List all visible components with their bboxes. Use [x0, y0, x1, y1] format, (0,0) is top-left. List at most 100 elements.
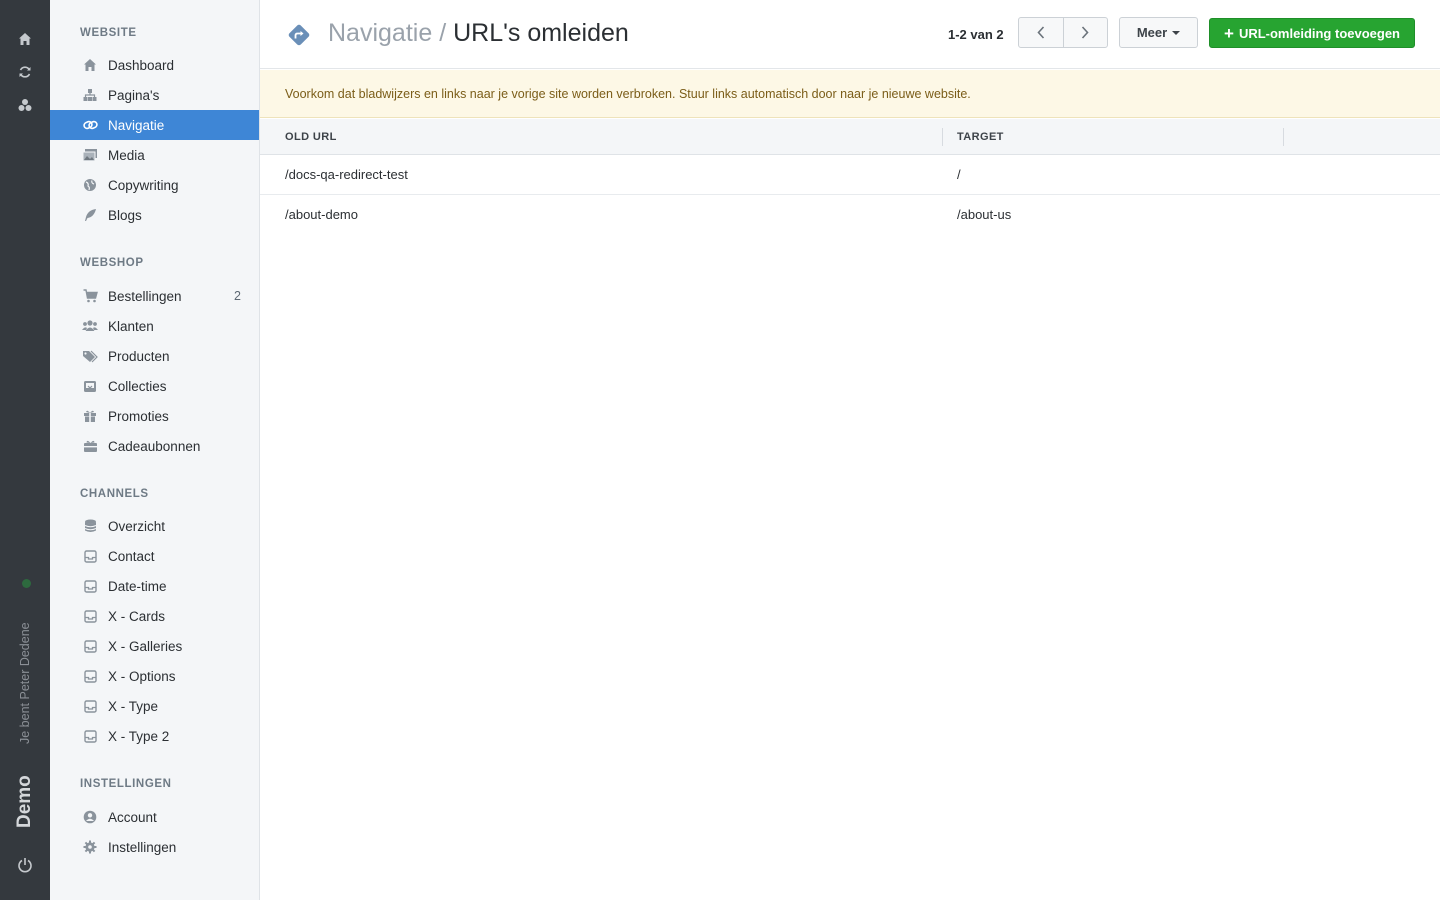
column-header-target[interactable]: TARGET — [957, 131, 1004, 143]
collection-icon — [82, 378, 98, 394]
sidebar-item-date-time[interactable]: Date-time — [50, 571, 259, 601]
sidebar-item-label: Instellingen — [108, 839, 177, 855]
home-icon — [82, 57, 98, 73]
home-icon[interactable] — [15, 29, 35, 49]
section-title-webshop: WEBSHOP — [80, 257, 144, 269]
inbox-icon — [82, 728, 98, 744]
plus-icon: + — [1224, 23, 1234, 43]
app-rail: Je bent Peter Dedene Demo — [0, 0, 50, 900]
sidebar-item-label: X - Galleries — [108, 638, 183, 654]
section-title-settings: INSTELLINGEN — [80, 778, 172, 790]
sidebar-item-contact[interactable]: Contact — [50, 541, 259, 571]
caret-down-icon — [1172, 30, 1181, 35]
tags-icon — [82, 348, 98, 364]
sidebar-item-navigatie[interactable]: Navigatie — [50, 110, 259, 140]
sidebar-item-cadeaubonnen[interactable]: Cadeaubonnen — [50, 431, 259, 461]
previous-page-button[interactable] — [1019, 18, 1063, 47]
cell-old-url: /about-demo — [285, 207, 358, 222]
sidebar-item-label: Bestellingen — [108, 288, 182, 304]
sidebar-item-x-options[interactable]: X - Options — [50, 661, 259, 691]
sidebar-item-label: Contact — [108, 548, 155, 564]
next-page-button[interactable] — [1062, 18, 1108, 47]
inbox-icon — [82, 578, 98, 594]
section-title-website: WEBSITE — [80, 27, 137, 39]
orders-count-badge: 2 — [234, 289, 241, 303]
sidebar-item-collecties[interactable]: Collecties — [50, 371, 259, 401]
sidebar: WEBSITE Dashboard Pagina's Navigatie Med… — [50, 0, 260, 900]
sidebar-item-label: Media — [108, 147, 145, 163]
sidebar-item-klanten[interactable]: Klanten — [50, 311, 259, 341]
column-divider — [1283, 128, 1284, 146]
page-header: Navigatie / URL's omleiden 1-2 van 2 Mee… — [260, 0, 1440, 69]
sidebar-item-label: Copywriting — [108, 177, 179, 193]
page-title: Navigatie / URL's omleiden — [328, 19, 629, 48]
sidebar-item-label: X - Options — [108, 668, 176, 684]
current-user-label: Je bent Peter Dedene — [18, 622, 32, 744]
gift-icon — [82, 408, 98, 424]
page-title-current: URL's omleiden — [453, 19, 629, 47]
add-redirect-label: URL-omleiding toevoegen — [1238, 25, 1400, 41]
sidebar-item-blogs[interactable]: Blogs — [50, 200, 259, 230]
redirect-icon — [288, 24, 310, 46]
gear-icon — [82, 839, 98, 855]
sidebar-item-instellingen[interactable]: Instellingen — [50, 832, 259, 862]
inbox-icon — [82, 698, 98, 714]
database-icon — [82, 518, 98, 534]
table-row[interactable]: /docs-qa-redirect-test / — [260, 155, 1440, 195]
inbox-icon — [82, 668, 98, 684]
sidebar-item-overzicht[interactable]: Overzicht — [50, 511, 259, 541]
sidebar-item-label: Date-time — [108, 578, 167, 594]
sidebar-item-x-type[interactable]: X - Type — [50, 691, 259, 721]
sidebar-item-pages[interactable]: Pagina's — [50, 80, 259, 110]
sidebar-item-x-cards[interactable]: X - Cards — [50, 601, 259, 631]
inbox-icon — [82, 548, 98, 564]
sidebar-item-account[interactable]: Account — [50, 802, 259, 832]
sidebar-item-label: Promoties — [108, 408, 169, 424]
gift-card-icon — [82, 438, 98, 454]
more-dropdown-button[interactable]: Meer — [1119, 17, 1198, 48]
site-switcher[interactable]: Demo — [14, 775, 36, 828]
sidebar-item-label: X - Type 2 — [108, 728, 170, 744]
sidebar-item-promoties[interactable]: Promoties — [50, 401, 259, 431]
sidebar-item-label: Klanten — [108, 318, 154, 334]
section-title-channels: CHANNELS — [80, 488, 149, 500]
inbox-icon — [82, 638, 98, 654]
sidebar-item-copywriting[interactable]: Copywriting — [50, 170, 259, 200]
sidebar-item-media[interactable]: Media — [50, 140, 259, 170]
sidebar-item-label: Pagina's — [108, 87, 160, 103]
users-icon — [82, 318, 98, 334]
more-button-label: Meer — [1136, 25, 1168, 40]
cell-target: / — [957, 167, 961, 182]
breadcrumb-separator: / — [439, 19, 447, 47]
sitemap-icon — [82, 87, 98, 103]
feather-icon — [82, 207, 98, 223]
sidebar-item-x-galleries[interactable]: X - Galleries — [50, 631, 259, 661]
info-notice: Voorkom dat bladwijzers en links naar je… — [260, 70, 1440, 118]
table-header: OLD URL TARGET — [260, 119, 1440, 155]
sidebar-item-label: Overzicht — [108, 518, 166, 534]
sidebar-item-label: Dashboard — [108, 57, 175, 73]
column-header-old-url[interactable]: OLD URL — [285, 131, 337, 143]
cart-icon — [82, 288, 98, 304]
sidebar-item-label: Account — [108, 809, 157, 825]
chevron-left-icon — [1037, 26, 1044, 39]
sidebar-item-producten[interactable]: Producten — [50, 341, 259, 371]
sidebar-item-bestellingen[interactable]: Bestellingen 2 — [50, 281, 259, 311]
cell-target: /about-us — [957, 207, 1012, 222]
main-content: Navigatie / URL's omleiden 1-2 van 2 Mee… — [260, 0, 1440, 900]
cell-old-url: /docs-qa-redirect-test — [285, 167, 408, 182]
add-redirect-button[interactable]: + URL-omleiding toevoegen — [1209, 18, 1415, 48]
sidebar-item-x-type-2[interactable]: X - Type 2 — [50, 721, 259, 751]
sync-icon[interactable] — [15, 62, 35, 82]
table-row[interactable]: /about-demo /about-us — [260, 195, 1440, 235]
sidebar-item-dashboard[interactable]: Dashboard — [50, 50, 259, 80]
user-circle-icon — [82, 809, 98, 825]
apps-icon[interactable] — [15, 95, 35, 115]
chevron-right-icon — [1082, 26, 1089, 39]
pagination-controls — [1018, 17, 1108, 48]
sidebar-item-label: Cadeaubonnen — [108, 438, 201, 454]
inbox-icon — [82, 608, 98, 624]
breadcrumb-navigatie[interactable]: Navigatie — [328, 19, 432, 47]
sidebar-item-label: Collecties — [108, 378, 167, 394]
power-icon[interactable] — [15, 855, 35, 875]
